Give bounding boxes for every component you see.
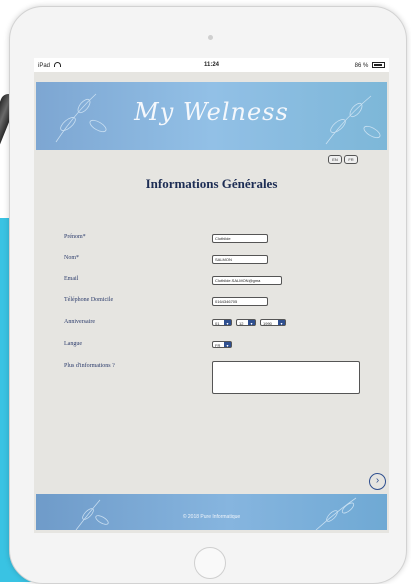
language-button-fr[interactable]: FR [344, 155, 358, 164]
more-info-textarea[interactable] [212, 361, 360, 394]
birthday-label: Anniversaire [64, 319, 95, 325]
birthday-month-value: 12 [239, 321, 244, 326]
birthday-day-select[interactable]: 01 ▾ [212, 319, 232, 326]
last-name-input[interactable]: SALMON [212, 255, 268, 264]
page-title: Informations Générales [145, 176, 278, 191]
language-button-en[interactable]: EN [328, 155, 342, 164]
app-screen: iPad 11:24 86 % My Welness EN FR Informa… [34, 58, 389, 533]
birthday-year-value: 1990 [263, 321, 272, 326]
language-value: FR [215, 343, 221, 348]
chevron-down-icon: ▾ [224, 320, 231, 326]
status-bar: iPad 11:24 86 % [34, 58, 389, 72]
more-info-label: Plus d'informations ? [64, 363, 115, 369]
last-name-label: Nom* [64, 255, 79, 261]
footer-copyright: © 2018 Pure Informatique [182, 514, 241, 520]
status-right: 86 % [355, 62, 385, 69]
home-button[interactable] [194, 547, 226, 579]
language-label: Langue [64, 341, 82, 347]
birthday-month-select[interactable]: 12 ▾ [236, 319, 256, 326]
first-name-input[interactable]: Clothilde [212, 234, 268, 243]
battery-level: 86 % [354, 63, 369, 69]
chevron-right-icon: › [375, 475, 380, 486]
chevron-down-icon: ▾ [278, 320, 285, 326]
language-select[interactable]: FR ▾ [212, 341, 232, 348]
chevron-down-icon: ▾ [224, 342, 231, 348]
email-input[interactable]: Clothilde.SALMON@gma [212, 276, 282, 285]
next-button[interactable]: › [369, 473, 386, 490]
battery-icon [372, 62, 385, 68]
email-label: Email [64, 276, 79, 282]
header-banner: My Welness [36, 82, 387, 150]
chevron-down-icon: ▾ [248, 320, 255, 326]
phone-input[interactable]: 0164346705 [212, 297, 268, 306]
footer-banner: © 2018 Pure Informatique [36, 494, 387, 530]
birthday-year-select[interactable]: 1990 ▾ [260, 319, 286, 326]
app-logo-title: My Welness [134, 98, 289, 126]
status-time: 11:24 [203, 62, 219, 68]
camera-icon [208, 35, 213, 40]
phone-label: Téléphone Domicile [64, 297, 114, 303]
birthday-day-value: 01 [215, 321, 220, 326]
leaf-decoration-icon [75, 497, 357, 530]
first-name-label: Prénom* [64, 234, 86, 240]
